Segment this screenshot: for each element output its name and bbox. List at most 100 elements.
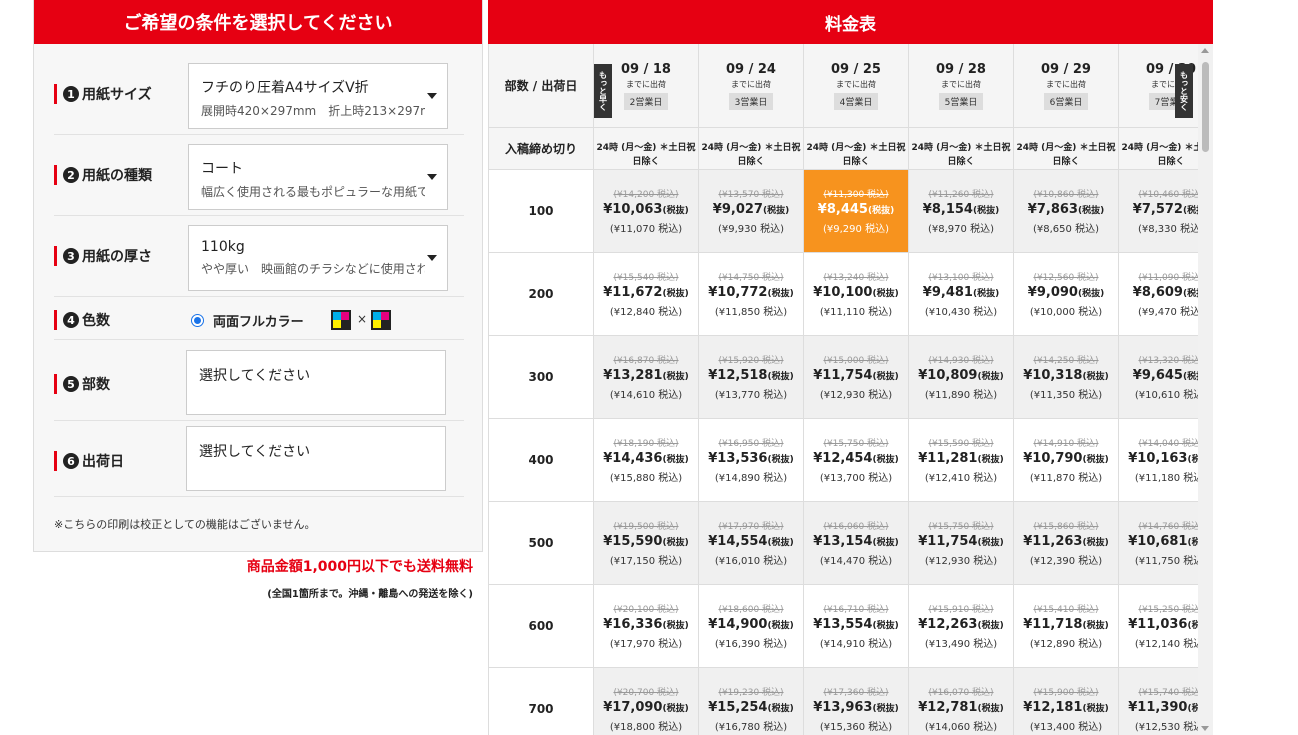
price-cell[interactable]: (¥15,590 税込) ¥11,281(税抜) (¥12,410 税込) (909, 419, 1014, 502)
price-cell[interactable]: (¥12,560 税込) ¥9,090(税抜) (¥10,000 税込) (1014, 253, 1119, 336)
price-cell[interactable]: (¥14,750 税込) ¥10,772(税抜) (¥11,850 税込) (699, 253, 804, 336)
vertical-scrollbar[interactable] (1198, 44, 1213, 735)
price-tax-excluded: ¥10,681(税抜) (1119, 534, 1198, 549)
price-cell[interactable]: (¥14,250 税込) ¥10,318(税抜) (¥11,350 税込) (1014, 336, 1119, 419)
scroll-up-icon[interactable] (1201, 48, 1209, 53)
price-cell[interactable]: (¥13,100 税込) ¥9,481(税抜) (¥10,430 税込) (909, 253, 1014, 336)
price-tax-included: (¥11,890 税込) (924, 390, 998, 401)
tax-excluded-label: (税抜) (1182, 289, 1198, 299)
price-value: ¥7,863 (1027, 202, 1078, 217)
scroll-down-icon[interactable] (1201, 726, 1209, 731)
price-value: ¥8,609 (1132, 285, 1183, 300)
price-cell[interactable]: (¥14,040 税込) ¥10,163(税抜) (¥11,180 税込) (1119, 419, 1198, 502)
scroll-thumb[interactable] (1202, 62, 1209, 152)
step-number: 1 (63, 86, 79, 102)
price-cell[interactable]: (¥15,410 税込) ¥11,718(税抜) (¥12,890 税込) (1014, 585, 1119, 668)
price-tax-included: (¥14,610 税込) (609, 390, 683, 401)
price-cell[interactable]: (¥14,930 税込) ¥10,809(税抜) (¥11,890 税込) (909, 336, 1014, 419)
price-cell[interactable]: (¥15,750 税込) ¥12,454(税抜) (¥13,700 税込) (804, 419, 909, 502)
ship-date-header[interactable]: 09 / 29 までに出荷 6営業日 (1014, 44, 1119, 128)
original-price: (¥15,900 税込) (1033, 688, 1099, 698)
business-days-badge: 5営業日 (938, 93, 984, 110)
ship-date-select[interactable]: 選択してください (186, 426, 446, 491)
tax-excluded-label: (税抜) (767, 289, 794, 299)
original-price: (¥20,100 税込) (613, 605, 679, 615)
price-cell[interactable]: (¥18,600 税込) ¥14,900(税抜) (¥16,390 税込) (699, 585, 804, 668)
price-cell[interactable]: (¥15,250 税込) ¥11,036(税抜) (¥12,140 税込) (1119, 585, 1198, 668)
price-cell[interactable]: (¥14,910 税込) ¥10,790(税抜) (¥11,870 税込) (1014, 419, 1119, 502)
price-tax-excluded: ¥11,036(税抜) (1119, 617, 1198, 632)
tax-excluded-label: (税抜) (1082, 704, 1109, 714)
price-cell[interactable]: (¥13,570 税込) ¥9,027(税抜) (¥9,930 税込) (699, 170, 804, 253)
color-radio-label[interactable]: 両面フルカラー (213, 311, 304, 330)
deadline-cell: 24時 (月〜金) ＊土日祝日除く (804, 128, 909, 170)
price-cell[interactable]: (¥11,260 税込) ¥8,154(税抜) (¥8,970 税込) (909, 170, 1014, 253)
price-tax-excluded: ¥9,027(税抜) (699, 202, 803, 217)
price-cell[interactable]: (¥15,750 税込) ¥11,754(税抜) (¥12,930 税込) (909, 502, 1014, 585)
price-cell[interactable]: (¥16,950 税込) ¥13,536(税抜) (¥14,890 税込) (699, 419, 804, 502)
tax-excluded-label: (税抜) (1082, 372, 1109, 382)
price-value: ¥14,436 (603, 451, 663, 466)
cheaper-dates-button[interactable]: もっと安く (1175, 64, 1193, 118)
price-cell[interactable]: (¥15,540 税込) ¥11,672(税抜) (¥12,840 税込) (594, 253, 699, 336)
earlier-dates-button[interactable]: もっと早く (594, 64, 612, 118)
price-cell[interactable]: (¥15,000 税込) ¥11,754(税抜) (¥12,930 税込) (804, 336, 909, 419)
price-cell[interactable]: (¥10,860 税込) ¥7,863(税抜) (¥8,650 税込) (1014, 170, 1119, 253)
price-cell[interactable]: (¥19,230 税込) ¥15,254(税抜) (¥16,780 税込) (699, 668, 804, 735)
price-cell[interactable]: (¥13,320 税込) ¥9,645(税抜) (¥10,610 税込) (1119, 336, 1198, 419)
price-cell[interactable]: (¥10,460 税込) ¥7,572(税抜) (¥8,330 税込) (1119, 170, 1198, 253)
price-cell[interactable]: (¥11,300 税込) ¥8,445(税抜) (¥9,290 税込) (804, 170, 909, 253)
price-cell[interactable]: (¥17,360 税込) ¥13,963(税抜) (¥15,360 税込) (804, 668, 909, 735)
ship-date-header[interactable]: 09 / 25 までに出荷 4営業日 (804, 44, 909, 128)
original-price: (¥14,930 税込) (928, 356, 994, 366)
price-cell[interactable]: (¥11,090 税込) ¥8,609(税抜) (¥9,470 税込) (1119, 253, 1198, 336)
color-radio[interactable] (191, 314, 204, 327)
price-value: ¥13,554 (813, 617, 873, 632)
step-number: 4 (63, 312, 79, 328)
tax-excluded-label: (税抜) (1082, 455, 1109, 465)
price-cell[interactable]: (¥13,240 税込) ¥10,100(税抜) (¥11,110 税込) (804, 253, 909, 336)
price-cell[interactable]: (¥16,870 税込) ¥13,281(税抜) (¥14,610 税込) (594, 336, 699, 419)
ship-by-label: までに出荷 (1046, 80, 1086, 89)
tax-excluded-label: (税抜) (977, 455, 1004, 465)
price-value: ¥15,254 (708, 700, 768, 715)
price-cell[interactable]: (¥14,200 税込) ¥10,063(税抜) (¥11,070 税込) (594, 170, 699, 253)
price-cell[interactable]: (¥20,100 税込) ¥16,336(税抜) (¥17,970 税込) (594, 585, 699, 668)
paper-thickness-select[interactable]: 110kg やや厚い 映画館のチラシなどに使用されます (188, 225, 448, 291)
original-price: (¥15,410 税込) (1033, 605, 1099, 615)
price-cell[interactable]: (¥20,700 税込) ¥17,090(税抜) (¥18,800 税込) (594, 668, 699, 735)
price-cell[interactable]: (¥16,070 税込) ¥12,781(税抜) (¥14,060 税込) (909, 668, 1014, 735)
price-tax-included: (¥14,890 税込) (714, 473, 788, 484)
price-cell[interactable]: (¥15,920 税込) ¥12,518(税抜) (¥13,770 税込) (699, 336, 804, 419)
paper-size-select[interactable]: フチのり圧着A4サイズV折 展開時420×297mm 折上時213×297mm (188, 63, 448, 129)
label-bar (54, 451, 57, 471)
price-cell[interactable]: (¥15,900 税込) ¥12,181(税抜) (¥13,400 税込) (1014, 668, 1119, 735)
price-tax-included: (¥14,060 税込) (924, 722, 998, 733)
price-tax-excluded: ¥16,336(税抜) (594, 617, 698, 632)
price-cell[interactable]: (¥19,500 税込) ¥15,590(税抜) (¥17,150 税込) (594, 502, 699, 585)
tax-excluded-label: (税抜) (767, 372, 794, 382)
price-cell[interactable]: (¥18,190 税込) ¥14,436(税抜) (¥15,880 税込) (594, 419, 699, 502)
quantity-select[interactable]: 選択してください (186, 350, 446, 415)
original-price: (¥14,750 税込) (718, 273, 784, 283)
price-tax-excluded: ¥10,790(税抜) (1014, 451, 1118, 466)
ship-date-header[interactable]: 09 / 28 までに出荷 5営業日 (909, 44, 1014, 128)
price-cell[interactable]: (¥16,060 税込) ¥13,154(税抜) (¥14,470 税込) (804, 502, 909, 585)
price-cell[interactable]: (¥14,760 税込) ¥10,681(税抜) (¥11,750 税込) (1119, 502, 1198, 585)
price-cell[interactable]: (¥16,710 税込) ¥13,554(税抜) (¥14,910 税込) (804, 585, 909, 668)
price-cell[interactable]: (¥15,860 税込) ¥11,263(税抜) (¥12,390 税込) (1014, 502, 1119, 585)
ship-date-header[interactable]: 09 / 24 までに出荷 3営業日 (699, 44, 804, 128)
option-label: 出荷日 (82, 454, 124, 470)
select-description: やや厚い 映画館のチラシなどに使用されます (201, 262, 425, 276)
option-paper-size: 1 用紙サイズ フチのり圧着A4サイズV折 展開時420×297mm 折上時21… (54, 54, 464, 135)
tax-excluded-label: (税抜) (1082, 621, 1109, 631)
price-tax-included: (¥18,800 税込) (609, 722, 683, 733)
price-tax-excluded: ¥13,154(税抜) (804, 534, 908, 549)
tax-excluded-label: (税抜) (972, 206, 1000, 216)
conditions-panel: ご希望の条件を選択してください 1 用紙サイズ フチのり圧着A4サイズV折 展開… (33, 0, 483, 552)
paper-type-select[interactable]: コート 幅広く使用される最もポピュラーな用紙です (188, 144, 448, 210)
price-cell[interactable]: (¥15,910 税込) ¥12,263(税抜) (¥13,490 税込) (909, 585, 1014, 668)
price-cell[interactable]: (¥15,740 税込) ¥11,390(税抜) (¥12,530 税込) (1119, 668, 1198, 735)
price-tax-excluded: ¥9,090(税抜) (1014, 285, 1118, 300)
price-cell[interactable]: (¥17,970 税込) ¥14,554(税抜) (¥16,010 税込) (699, 502, 804, 585)
